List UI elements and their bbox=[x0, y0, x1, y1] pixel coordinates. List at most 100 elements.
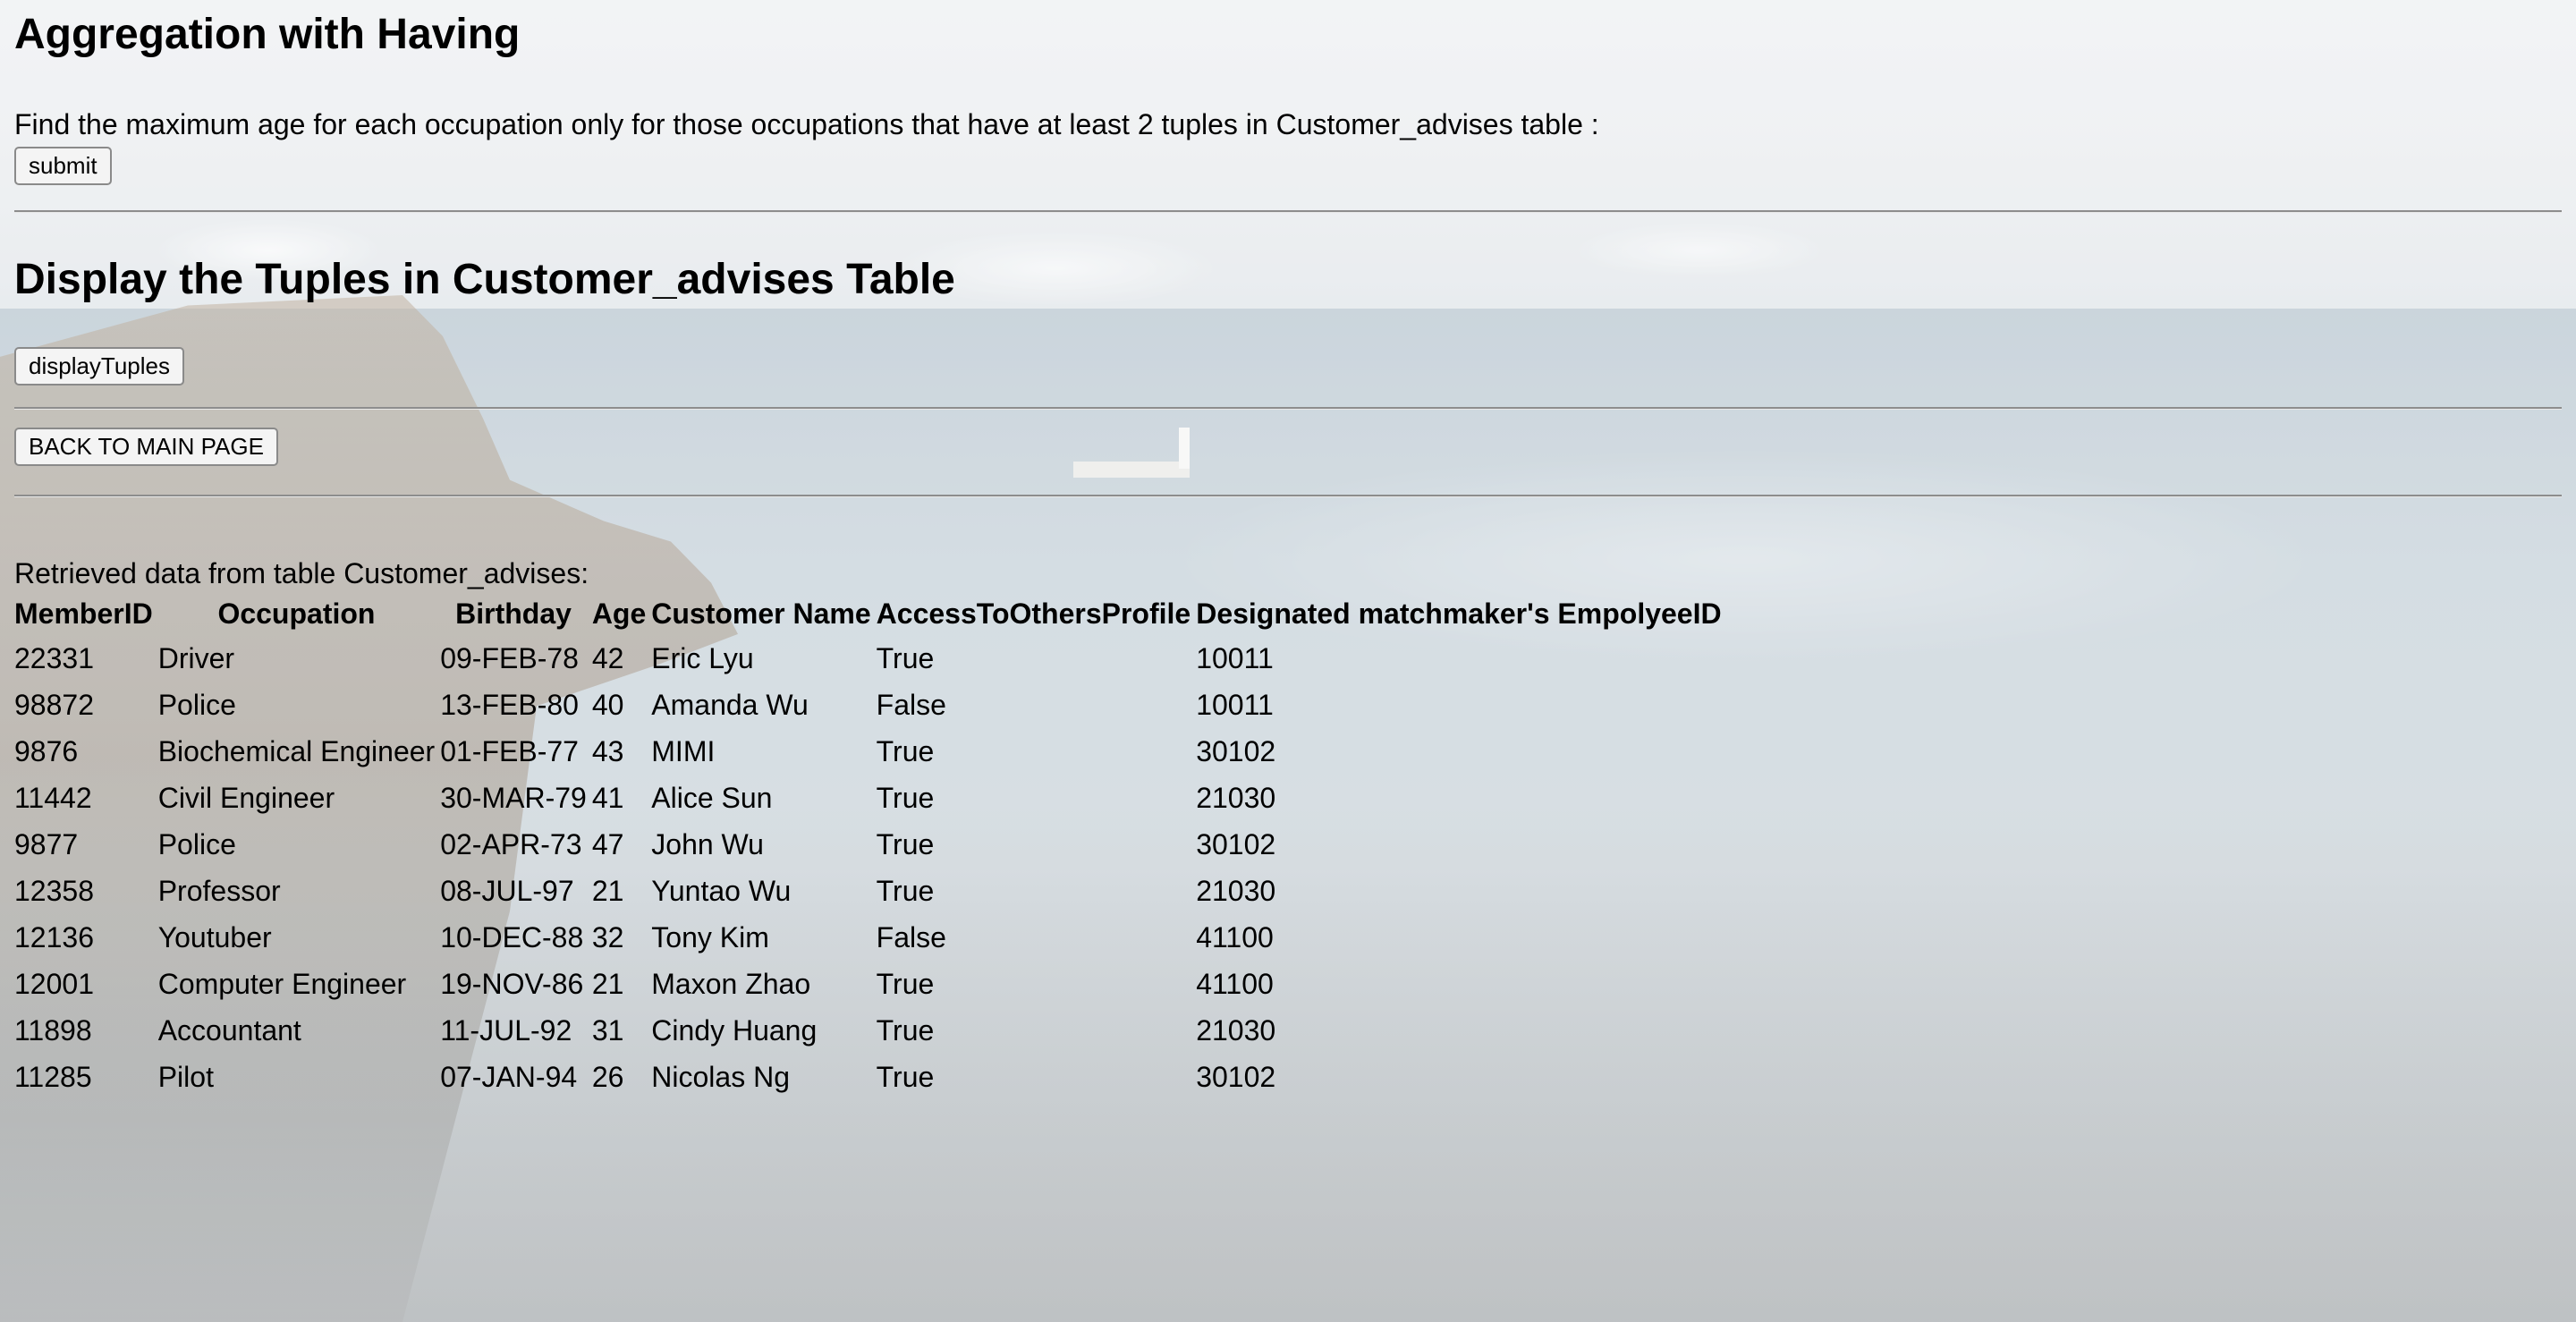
cell-birthday: 10-DEC-88 bbox=[440, 921, 584, 954]
cell-birthday: 13-FEB-80 bbox=[440, 689, 579, 722]
cell-matchmaker-id: 30102 bbox=[1196, 735, 1276, 768]
cell-birthday: 02-APR-73 bbox=[440, 828, 582, 861]
cell-access: True bbox=[876, 735, 935, 768]
cell-customer-name: Yuntao Wu bbox=[651, 875, 792, 908]
aggregation-description: Find the maximum age for each occupation… bbox=[14, 107, 1599, 140]
cell-occupation: Police bbox=[157, 689, 236, 722]
cell-customer-name: Nicolas Ng bbox=[651, 1061, 790, 1094]
cell-memberid: 22331 bbox=[14, 642, 94, 675]
back-form: BACK TO MAIN PAGE bbox=[14, 427, 2562, 467]
cell-occupation: Accountant bbox=[157, 1014, 301, 1047]
cell-access: True bbox=[876, 968, 935, 1001]
back-to-main-page-button[interactable]: BACK TO MAIN PAGE bbox=[14, 427, 278, 467]
cell-access: True bbox=[876, 828, 935, 861]
display-tuples-button[interactable]: displayTuples bbox=[14, 346, 185, 386]
cell-age: 26 bbox=[591, 1061, 624, 1094]
cell-matchmaker-id: 30102 bbox=[1196, 1061, 1276, 1094]
table-row: 11898 Accountant 11-JUL-92 31 Cindy Huang Tru… bbox=[14, 1010, 1722, 1053]
divider bbox=[14, 406, 2562, 410]
cell-age: 47 bbox=[591, 828, 624, 861]
divider bbox=[14, 495, 2562, 498]
cell-age: 21 bbox=[591, 875, 624, 908]
divider bbox=[14, 210, 2562, 214]
column-header-age: Age bbox=[591, 597, 647, 631]
cell-customer-name: Maxon Zhao bbox=[651, 968, 811, 1001]
cell-memberid: 12358 bbox=[14, 875, 94, 908]
cell-access: True bbox=[876, 875, 935, 908]
cell-occupation: Pilot bbox=[157, 1061, 214, 1094]
cell-age: 43 bbox=[591, 735, 624, 768]
table-header-row: MemberID Occupation Birthday Age Custome… bbox=[14, 595, 1722, 634]
cell-access: True bbox=[876, 642, 935, 675]
table-row: 12358 Professor 08-JUL-97 21 Yuntao Wu True 21… bbox=[14, 870, 1722, 913]
cell-birthday: 08-JUL-97 bbox=[440, 875, 574, 908]
cell-matchmaker-id: 21030 bbox=[1196, 875, 1276, 908]
cell-customer-name: Amanda Wu bbox=[651, 689, 809, 722]
cell-access: False bbox=[876, 689, 946, 722]
cell-memberid: 12001 bbox=[14, 968, 94, 1001]
cell-matchmaker-id: 21030 bbox=[1196, 1014, 1276, 1047]
cell-memberid: 11898 bbox=[14, 1014, 92, 1047]
column-header-occupation: Occupation bbox=[217, 597, 376, 631]
customer-advises-table: MemberID Occupation Birthday Age Custome… bbox=[9, 591, 1727, 1103]
retrieved-data-label: Retrieved data from table Customer_advis… bbox=[14, 557, 589, 590]
table-row: 11442 Civil Engineer 30-MAR-79 41 Alice Sun T… bbox=[14, 777, 1722, 820]
cell-memberid: 98872 bbox=[14, 689, 94, 722]
table-row: 22331 Driver 09-FEB-78 42 Eric Lyu True 10011 bbox=[14, 638, 1722, 681]
cell-birthday: 09-FEB-78 bbox=[440, 642, 579, 675]
cell-memberid: 11442 bbox=[14, 782, 92, 815]
column-header-matchmaker-id: Designated matchmaker's EmpolyeeID bbox=[1196, 597, 1722, 631]
cell-age: 32 bbox=[591, 921, 624, 954]
cell-birthday: 19-NOV-86 bbox=[440, 968, 584, 1001]
cell-age: 31 bbox=[591, 1014, 624, 1047]
cell-occupation: Professor bbox=[157, 875, 281, 908]
cell-memberid: 11285 bbox=[14, 1061, 92, 1094]
cell-access: False bbox=[876, 921, 946, 954]
cell-access: True bbox=[876, 1061, 935, 1094]
cell-matchmaker-id: 10011 bbox=[1196, 642, 1274, 675]
cell-age: 21 bbox=[591, 968, 624, 1001]
cell-access: True bbox=[876, 1014, 935, 1047]
table-row: 12001 Computer Engineer 19-NOV-86 21 Maxon Z… bbox=[14, 963, 1722, 1006]
page-content: Aggregation with Having Find the maximum… bbox=[0, 0, 2576, 1103]
cell-age: 41 bbox=[591, 782, 624, 815]
cell-access: True bbox=[876, 782, 935, 815]
cell-birthday: 07-JAN-94 bbox=[440, 1061, 578, 1094]
cell-customer-name: MIMI bbox=[651, 735, 716, 768]
cell-age: 42 bbox=[591, 642, 624, 675]
cell-occupation: Youtuber bbox=[157, 921, 272, 954]
submit-button[interactable]: submit bbox=[14, 146, 112, 186]
cell-memberid: 9877 bbox=[14, 828, 79, 861]
display-heading: Display the Tuples in Customer_advises T… bbox=[14, 256, 955, 304]
display-form: displayTuples bbox=[14, 346, 2562, 386]
table-row: 98872 Police 13-FEB-80 40 Amanda Wu False 1001… bbox=[14, 684, 1722, 727]
table-row: 12136 Youtuber 10-DEC-88 32 Tony Kim False 411… bbox=[14, 917, 1722, 960]
table-row: 9877 Police 02-APR-73 47 John Wu True 30102 bbox=[14, 824, 1722, 867]
aggregation-heading: Aggregation with Having bbox=[14, 11, 521, 58]
cell-matchmaker-id: 21030 bbox=[1196, 782, 1276, 815]
cell-age: 40 bbox=[591, 689, 624, 722]
cell-birthday: 01-FEB-77 bbox=[440, 735, 579, 768]
cell-customer-name: Alice Sun bbox=[651, 782, 773, 815]
cell-matchmaker-id: 41100 bbox=[1196, 921, 1274, 954]
cell-occupation: Police bbox=[157, 828, 236, 861]
column-header-memberid: MemberID bbox=[14, 597, 153, 631]
cell-matchmaker-id: 41100 bbox=[1196, 968, 1274, 1001]
cell-customer-name: Cindy Huang bbox=[651, 1014, 818, 1047]
cell-memberid: 9876 bbox=[14, 735, 79, 768]
cell-birthday: 11-JUL-92 bbox=[440, 1014, 572, 1047]
cell-matchmaker-id: 30102 bbox=[1196, 828, 1276, 861]
table-row: 9876 Biochemical Engineer 01-FEB-77 43 MIMI T… bbox=[14, 731, 1722, 774]
cell-occupation: Civil Engineer bbox=[157, 782, 335, 815]
table-body: 22331 Driver 09-FEB-78 42 Eric Lyu True 10011 9… bbox=[14, 638, 1722, 1099]
column-header-birthday: Birthday bbox=[455, 597, 572, 631]
column-header-access: AccessToOthersProfile bbox=[876, 597, 1191, 631]
cell-occupation: Driver bbox=[157, 642, 235, 675]
cell-matchmaker-id: 10011 bbox=[1196, 689, 1274, 722]
cell-customer-name: John Wu bbox=[651, 828, 764, 861]
cell-memberid: 12136 bbox=[14, 921, 94, 954]
column-header-customer-name: Customer Name bbox=[651, 597, 871, 631]
cell-customer-name: Tony Kim bbox=[651, 921, 769, 954]
cell-occupation: Computer Engineer bbox=[157, 968, 407, 1001]
cell-occupation: Biochemical Engineer bbox=[157, 735, 436, 768]
